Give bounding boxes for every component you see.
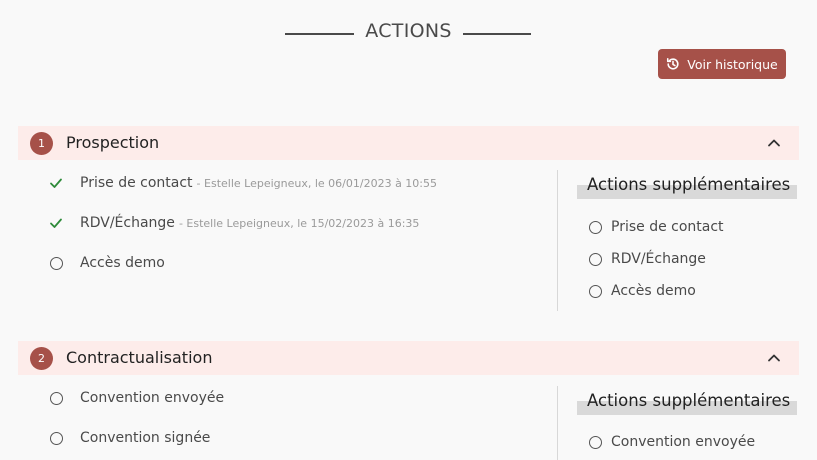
step-label: Accès demo (80, 255, 165, 271)
step-item-acces-demo[interactable]: Accès demo (48, 252, 165, 274)
chevron-up-icon[interactable] (767, 136, 781, 150)
step-label: Prise de contact (80, 175, 193, 191)
extra-action-label: Prise de contact (611, 219, 724, 235)
step-item-convention-envoyee[interactable]: Convention envoyée (48, 387, 224, 409)
chevron-up-icon[interactable] (767, 351, 781, 365)
section-header-contractualisation[interactable]: 2 Contractualisation (18, 341, 799, 375)
circle-icon[interactable] (587, 251, 603, 267)
section-title: Contractualisation (66, 348, 213, 367)
step-label: RDV/Échange (80, 215, 175, 231)
circle-icon[interactable] (587, 283, 603, 299)
column-divider (557, 170, 558, 311)
extra-action-label: Convention envoyée (611, 434, 756, 450)
extra-action-acces-demo[interactable]: Accès demo (587, 281, 696, 301)
title-divider-right (463, 33, 531, 35)
step-meta: - Estelle Lepeigneux, le 06/01/2023 à 10… (196, 176, 438, 190)
extra-action-rdv-echange[interactable]: RDV/Échange (587, 249, 706, 269)
section-header-prospection[interactable]: 1 Prospection (18, 126, 799, 160)
circle-icon[interactable] (48, 255, 64, 271)
step-item-convention-signee[interactable]: Convention signée (48, 427, 210, 449)
section-number-badge: 2 (30, 347, 53, 370)
step-label: Convention envoyée (80, 390, 225, 406)
extra-action-label: RDV/Échange (611, 251, 706, 267)
circle-icon[interactable] (587, 219, 603, 235)
title-divider-left (285, 33, 354, 35)
extra-action-label: Accès demo (611, 283, 696, 299)
step-meta: - Estelle Lepeigneux, le 15/02/2023 à 16… (178, 216, 420, 230)
extra-action-prise-de-contact[interactable]: Prise de contact (587, 217, 724, 237)
circle-icon[interactable] (587, 434, 603, 450)
check-icon (48, 215, 64, 231)
page-title-row: ACTIONS (0, 20, 817, 48)
section-title: Prospection (66, 133, 160, 152)
column-divider (557, 386, 558, 460)
step-item-rdv-echange: RDV/Échange - Estelle Lepeigneux, le 15/… (48, 212, 419, 234)
section-number-badge: 1 (30, 132, 53, 155)
history-icon (666, 57, 680, 71)
extra-actions-title: Actions supplémentaires (587, 391, 791, 410)
page-title: ACTIONS (365, 20, 452, 42)
step-item-prise-de-contact: Prise de contact - Estelle Lepeigneux, l… (48, 172, 437, 194)
check-icon (48, 175, 64, 191)
circle-icon[interactable] (48, 430, 64, 446)
extra-actions-title: Actions supplémentaires (587, 175, 791, 194)
circle-icon[interactable] (48, 390, 64, 406)
step-label: Convention signée (80, 430, 211, 446)
history-button[interactable]: Voir historique (658, 49, 786, 79)
extra-action-convention-envoyee[interactable]: Convention envoyée (587, 432, 755, 452)
history-button-label: Voir historique (687, 56, 778, 72)
